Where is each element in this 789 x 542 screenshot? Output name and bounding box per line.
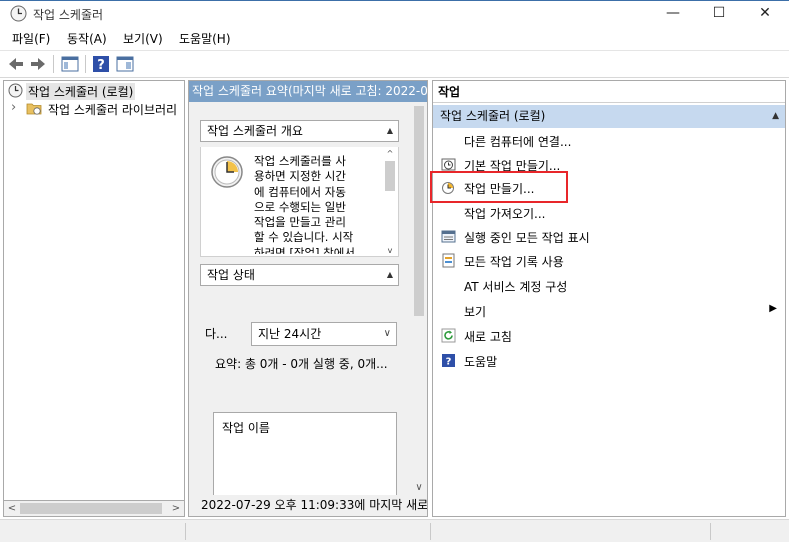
- chevron-down-icon: ∨: [383, 328, 391, 339]
- last-refresh-footer: 2022-07-29 오후 11:09:33에 마지막 새로 고침: [189, 495, 427, 516]
- window-title: 작업 스케줄러: [33, 8, 104, 22]
- task-status-list[interactable]: 작업 이름: [213, 412, 397, 498]
- overview-section-title: 작업 스케줄러 개요: [207, 124, 303, 138]
- task-scheduler-clock-icon: [211, 156, 243, 188]
- actions-group-header[interactable]: 작업 스케줄러 (로컬) ▲: [433, 105, 785, 128]
- overview-scrollbar[interactable]: ^ v: [383, 149, 397, 255]
- overview-description: 작업 스케줄러를 사 용하면 지정한 시간 에 컴퓨터에서 자동 으로 수행되는…: [254, 154, 355, 254]
- scrollbar-thumb[interactable]: [20, 503, 162, 514]
- task-status-section-header[interactable]: 작업 상태 ▲: [200, 264, 399, 286]
- menu-help[interactable]: 도움말(H): [179, 30, 231, 47]
- forward-arrow-icon[interactable]: [28, 54, 48, 74]
- action-label: 도움말: [464, 355, 498, 369]
- tree-library-label: 작업 스케줄러 라이브러리: [48, 103, 178, 117]
- help-icon: ?: [442, 354, 455, 368]
- refresh-icon: [441, 328, 456, 343]
- action-import-task[interactable]: 작업 가져오기...: [433, 202, 785, 224]
- actions-group-label: 작업 스케줄러 (로컬): [440, 109, 546, 123]
- scroll-up-arrow-icon[interactable]: ^: [383, 149, 397, 158]
- task-status-section-title: 작업 상태: [207, 268, 255, 282]
- scrollbar-thumb[interactable]: [414, 106, 424, 316]
- actions-pane-title: 작업: [433, 81, 785, 103]
- show-hide-action-pane-icon[interactable]: [115, 54, 135, 74]
- help-icon[interactable]: ?: [91, 54, 111, 74]
- action-configure-at-service[interactable]: AT 서비스 계정 구성: [433, 275, 785, 297]
- collapse-up-icon[interactable]: ▲: [387, 265, 393, 285]
- folder-clock-icon: [26, 103, 42, 115]
- console-tree: 작업 스케줄러 (로컬) › 작업 스케줄러 라이브러리: [3, 80, 185, 517]
- show-hide-console-tree-icon[interactable]: [60, 54, 80, 74]
- create-basic-task-icon: [441, 158, 456, 171]
- scroll-down-arrow-icon[interactable]: v: [383, 246, 397, 255]
- running-tasks-icon: [441, 230, 456, 243]
- task-history-icon: [442, 253, 455, 268]
- summary-pane: 작업 스케줄러 요약(마지막 새로 고침: 2022-07-29 오후 11:0…: [188, 80, 428, 517]
- tree-root-label: 작업 스케줄러 (로컬): [26, 83, 136, 100]
- scroll-left-arrow-icon[interactable]: <: [4, 501, 20, 516]
- action-refresh[interactable]: 새로 고침: [433, 325, 785, 347]
- clock-icon: [8, 83, 23, 98]
- close-button[interactable]: ✕: [742, 1, 788, 26]
- scrollbar-thumb[interactable]: [385, 161, 395, 191]
- submenu-arrow-icon: ▶: [769, 303, 777, 314]
- status-bar-divider: [185, 523, 186, 540]
- status-period-select[interactable]: 지난 24시간 ∨: [251, 322, 397, 346]
- title-bar: 작업 스케줄러 — ☐ ✕: [0, 0, 789, 26]
- back-arrow-icon[interactable]: [6, 54, 26, 74]
- status-filter-label: 다...: [205, 327, 228, 341]
- action-enable-task-history[interactable]: 모든 작업 기록 사용: [433, 250, 785, 272]
- highlight-box: [430, 171, 568, 203]
- action-label: 작업 가져오기...: [464, 207, 546, 221]
- action-connect-computer[interactable]: 다른 컴퓨터에 연결...: [433, 130, 785, 152]
- toolbar: ?: [0, 50, 789, 78]
- action-view[interactable]: 보기 ▶: [433, 300, 785, 322]
- collapse-up-icon[interactable]: ▲: [772, 105, 779, 128]
- toolbar-separator: [53, 55, 54, 73]
- tree-horizontal-scrollbar[interactable]: < >: [3, 500, 185, 517]
- toolbar-separator: [85, 55, 86, 73]
- menu-file[interactable]: 파일(F): [12, 30, 50, 47]
- action-label: 보기: [464, 305, 487, 319]
- status-period-value: 지난 24시간: [258, 327, 322, 341]
- menu-view[interactable]: 보기(V): [123, 30, 163, 47]
- action-display-running-tasks[interactable]: 실행 중인 모든 작업 표시: [433, 226, 785, 248]
- summary-pane-header: 작업 스케줄러 요약(마지막 새로 고침: 2022-07-29 오후 11:0…: [189, 81, 427, 102]
- maximize-button[interactable]: ☐: [696, 1, 742, 26]
- scroll-right-arrow-icon[interactable]: >: [168, 501, 184, 516]
- action-help[interactable]: ? 도움말: [433, 350, 785, 372]
- status-bar-divider: [710, 523, 711, 540]
- expand-chevron-icon[interactable]: ›: [11, 100, 16, 115]
- menu-action[interactable]: 동작(A): [67, 30, 107, 47]
- action-label: 다른 컴퓨터에 연결...: [464, 135, 572, 149]
- scroll-down-arrow-icon[interactable]: ∨: [411, 482, 427, 493]
- menu-bar: 파일(F) 동작(A) 보기(V) 도움말(H): [0, 27, 789, 49]
- tree-item-root[interactable]: 작업 스케줄러 (로컬): [6, 82, 184, 100]
- summary-pane-body: 작업 스케줄러 개요 ▲ 작업 스케줄러를 사 용하면 지정한 시간 에 컴퓨터…: [189, 102, 427, 498]
- minimize-button[interactable]: —: [650, 1, 696, 26]
- action-label: AT 서비스 계정 구성: [464, 280, 568, 294]
- action-label: 실행 중인 모든 작업 표시: [464, 231, 590, 245]
- overview-section-header[interactable]: 작업 스케줄러 개요 ▲: [200, 120, 399, 142]
- action-label: 모든 작업 기록 사용: [464, 255, 564, 269]
- svg-text:?: ?: [97, 58, 105, 73]
- svg-text:?: ?: [446, 357, 452, 368]
- status-bar-divider: [430, 523, 431, 540]
- task-name-column-header[interactable]: 작업 이름: [222, 419, 270, 436]
- summary-vertical-scrollbar[interactable]: ∨: [411, 102, 427, 495]
- overview-section-body: 작업 스케줄러를 사 용하면 지정한 시간 에 컴퓨터에서 자동 으로 수행되는…: [200, 147, 399, 257]
- actions-pane: 작업 작업 스케줄러 (로컬) ▲ 다른 컴퓨터에 연결... 기본 작업 만들…: [432, 80, 786, 517]
- collapse-up-icon[interactable]: ▲: [387, 121, 393, 141]
- tree-item-library[interactable]: › 작업 스케줄러 라이브러리: [6, 100, 184, 118]
- status-summary: 요약: 총 0개 - 0개 실행 중, 0개...: [215, 357, 388, 371]
- action-label: 새로 고침: [464, 330, 512, 344]
- task-scheduler-clock-icon: [10, 5, 27, 22]
- status-bar: [0, 519, 789, 542]
